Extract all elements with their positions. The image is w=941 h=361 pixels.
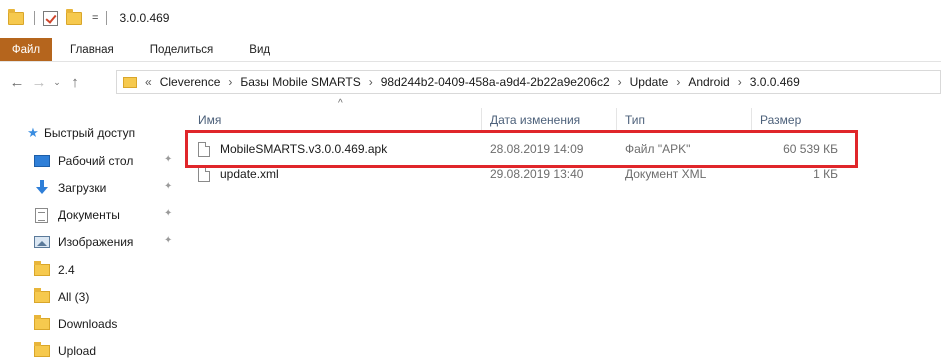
folder-icon	[123, 76, 137, 88]
properties-icon[interactable]	[43, 10, 58, 26]
sidebar-item-folder-downloads[interactable]: Downloads	[34, 313, 184, 335]
customize-toolbar-button[interactable]: =	[92, 12, 98, 24]
file-size: 1 КБ	[813, 167, 838, 181]
sidebar-item-label: Downloads	[58, 317, 118, 331]
pin-icon: ✦	[164, 235, 173, 246]
sidebar-item-documents[interactable]: Документы ✦	[34, 204, 184, 226]
chevron-right-icon[interactable]: ›	[618, 75, 622, 89]
recent-locations-button[interactable]: ⌄	[50, 77, 64, 88]
pin-icon: ✦	[164, 181, 173, 192]
sidebar-item-label: Изображения	[58, 235, 134, 249]
column-header-type[interactable]: Тип	[617, 108, 752, 132]
forward-button[interactable]: →	[28, 74, 50, 91]
file-type: Документ XML	[625, 167, 707, 181]
sidebar-item-folder-upload[interactable]: Upload	[34, 340, 184, 361]
file-date: 29.08.2019 13:40	[490, 167, 584, 181]
sidebar-item-pictures[interactable]: Изображения ✦	[34, 231, 184, 253]
folder-icon	[8, 8, 24, 25]
column-header-size[interactable]: Размер	[752, 108, 850, 132]
back-button[interactable]: ←	[6, 74, 28, 91]
new-folder-icon[interactable]	[66, 8, 82, 25]
folder-icon	[34, 342, 50, 357]
column-header-row: Имя Дата изменения Тип Размер	[190, 108, 850, 132]
up-button[interactable]: ↑	[64, 74, 86, 91]
highlight-box	[185, 130, 858, 168]
sidebar-item-downloads[interactable]: Загрузки ✦	[34, 177, 184, 199]
sidebar-item-desktop[interactable]: Рабочий стол ✦	[34, 150, 184, 172]
breadcrumb-android[interactable]: Android	[688, 75, 729, 89]
file-icon	[198, 166, 210, 182]
sidebar-item-label: All (3)	[58, 290, 90, 304]
folder-icon	[34, 261, 50, 276]
tab-file[interactable]: Файл	[0, 38, 52, 61]
tab-home[interactable]: Главная	[52, 38, 132, 61]
star-icon: ★	[27, 125, 39, 140]
documents-icon	[35, 207, 48, 223]
pictures-icon	[34, 236, 50, 248]
address-bar[interactable]: « Cleverence › Базы Mobile SMARTS › 98d2…	[116, 70, 941, 94]
chevron-right-icon[interactable]: ›	[738, 75, 742, 89]
sidebar-item-label: Быстрый доступ	[44, 126, 136, 140]
breadcrumb-cleverence[interactable]: Cleverence	[160, 75, 221, 89]
sidebar-item-label: 2.4	[58, 263, 75, 277]
ribbon-tabs: Файл Главная Поделиться Вид	[0, 38, 941, 62]
sidebar-item-folder-2-4[interactable]: 2.4	[34, 259, 184, 281]
navigation-pane: ★ Быстрый доступ Рабочий стол ✦ Загрузки…	[0, 118, 180, 361]
breadcrumb-update[interactable]: Update	[630, 75, 669, 89]
sidebar-item-folder-all[interactable]: All (3)	[34, 286, 184, 308]
breadcrumb-guid[interactable]: 98d244b2-0409-458a-a9d4-2b22a9e206c2	[381, 75, 610, 89]
toolbar-separator	[106, 11, 108, 25]
file-name: update.xml	[220, 167, 279, 181]
sidebar-item-label: Upload	[58, 344, 97, 358]
desktop-icon	[34, 155, 50, 167]
downloads-icon	[34, 180, 50, 196]
pin-icon: ✦	[164, 208, 173, 219]
pin-icon: ✦	[164, 154, 173, 165]
title-bar: = 3.0.0.469	[0, 0, 941, 36]
navigation-bar: ← → ⌄ ↑ « Cleverence › Базы Mobile SMART…	[0, 67, 941, 97]
tab-share[interactable]: Поделиться	[132, 38, 232, 61]
folder-icon	[34, 315, 50, 330]
window-title: 3.0.0.469	[119, 11, 170, 25]
tab-view[interactable]: Вид	[231, 38, 288, 61]
breadcrumb-overflow[interactable]: «	[145, 75, 152, 89]
chevron-right-icon[interactable]: ›	[228, 75, 232, 89]
sidebar-item-quick-access[interactable]: ★ Быстрый доступ	[26, 122, 176, 144]
column-header-date[interactable]: Дата изменения	[482, 108, 617, 132]
sidebar-item-label: Документы	[58, 208, 120, 222]
folder-icon	[34, 288, 50, 303]
chevron-right-icon[interactable]: ›	[369, 75, 373, 89]
sidebar-item-label: Рабочий стол	[58, 154, 134, 168]
chevron-right-icon[interactable]: ›	[676, 75, 680, 89]
breadcrumb-version[interactable]: 3.0.0.469	[750, 75, 800, 89]
breadcrumb-mobile-smarts[interactable]: Базы Mobile SMARTS	[240, 75, 360, 89]
toolbar-separator	[34, 11, 35, 25]
column-header-name[interactable]: Имя	[190, 108, 482, 132]
file-name-cell: update.xml	[190, 166, 482, 182]
sidebar-item-label: Загрузки	[58, 181, 107, 195]
